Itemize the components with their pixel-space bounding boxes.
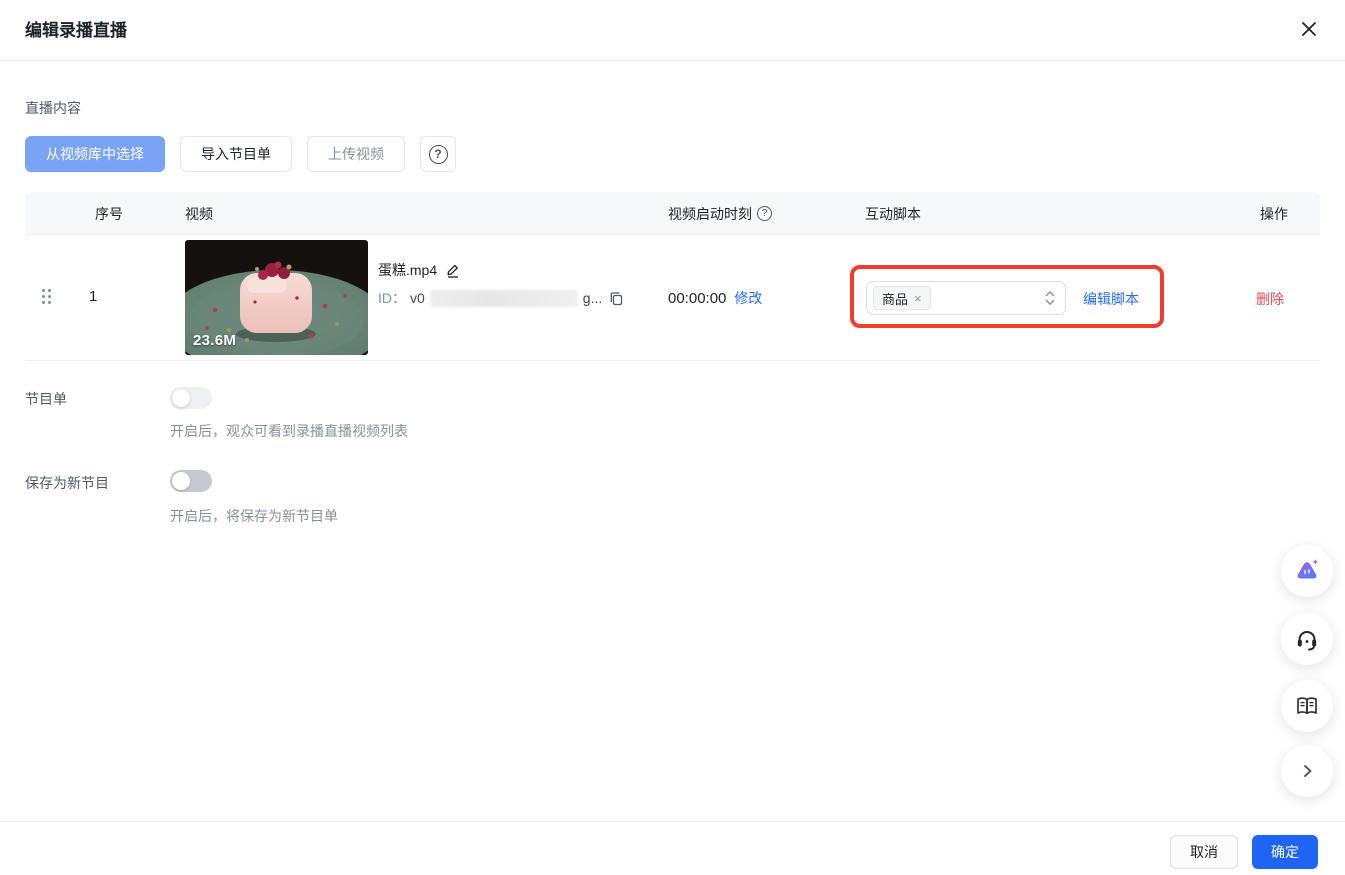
file-size-badge: 23.6M <box>193 332 237 349</box>
rename-icon[interactable] <box>445 262 461 278</box>
video-id-line: ID： v0 g... <box>378 288 624 308</box>
collapse-button[interactable] <box>1281 745 1333 797</box>
video-filename: 蛋糕.mp4 <box>378 262 438 278</box>
question-icon: ? <box>428 144 448 164</box>
live-content-label: 直播内容 <box>25 100 81 116</box>
col-index: 序号 <box>95 205 123 222</box>
playlist-helper: 开启后，观众可看到录播直播视频列表 <box>170 423 408 439</box>
save-program-helper: 开启后，将保存为新节目单 <box>170 508 338 524</box>
select-expand-icon <box>1045 290 1055 306</box>
drag-handle-icon[interactable] <box>42 289 51 304</box>
delete-link[interactable]: 删除 <box>1256 289 1284 309</box>
headset-icon <box>1297 631 1317 651</box>
open-book-icon <box>1297 697 1317 715</box>
script-tag: 商品 × <box>873 286 931 310</box>
id-prefix: v0 <box>410 290 425 306</box>
manual-button[interactable] <box>1281 680 1333 732</box>
script-select[interactable]: 商品 × <box>866 281 1066 315</box>
start-time-help-icon[interactable]: ? <box>757 206 772 221</box>
page-title: 编辑录播直播 <box>25 21 127 40</box>
footer-divider <box>0 821 1345 822</box>
id-label: ID： <box>378 290 406 306</box>
help-button[interactable]: ? <box>420 136 456 172</box>
start-time-value: 00:00:00 <box>668 289 727 307</box>
modify-link[interactable]: 修改 <box>734 288 762 308</box>
id-suffix: g... <box>582 290 603 306</box>
col-action: 操作 <box>1260 205 1288 222</box>
col-start-time: 视频启动时刻 ? <box>668 192 772 235</box>
tab-import-playlist[interactable]: 导入节目单 <box>180 136 292 172</box>
close-icon[interactable] <box>1297 17 1321 41</box>
col-video: 视频 <box>185 205 213 222</box>
edit-recorded-live-dialog: 编辑录播直播 直播内容 从视频库中选择 导入节目单 上传视频 ? 序号 视频 视… <box>0 0 1345 875</box>
source-tabs: 从视频库中选择 导入节目单 上传视频 ? <box>25 136 456 172</box>
copy-icon[interactable] <box>609 291 624 306</box>
save-program-label: 保存为新节目 <box>25 475 109 491</box>
video-table: 序号 视频 视频启动时刻 ? 互动脚本 操作 1 23.6M 蛋糕.mp4 ID… <box>25 192 1320 361</box>
playlist-toggle[interactable] <box>170 387 212 409</box>
ai-assistant-button[interactable] <box>1281 545 1333 597</box>
ai-assistant-icon <box>1297 559 1319 579</box>
playlist-label: 节目单 <box>25 391 67 407</box>
id-redacted-blur <box>429 289 578 307</box>
video-name-line: 蛋糕.mp4 <box>378 260 461 280</box>
table-header: 序号 视频 视频启动时刻 ? 互动脚本 操作 <box>25 192 1320 235</box>
confirm-button[interactable]: 确定 <box>1252 835 1318 869</box>
chevron-right-icon <box>1304 765 1312 777</box>
cancel-button[interactable]: 取消 <box>1170 835 1238 869</box>
tab-select-from-library[interactable]: 从视频库中选择 <box>25 136 165 172</box>
header-divider <box>0 60 1345 61</box>
edit-script-link[interactable]: 编辑脚本 <box>1083 289 1139 309</box>
tab-upload-video[interactable]: 上传视频 <box>307 136 405 172</box>
customer-service-button[interactable] <box>1281 613 1333 665</box>
col-script: 互动脚本 <box>865 205 921 222</box>
start-time-cell: 00:00:00 修改 <box>668 288 762 308</box>
video-thumbnail: 23.6M <box>185 240 368 355</box>
tag-remove-icon[interactable]: × <box>914 291 922 306</box>
save-program-toggle[interactable] <box>170 470 212 492</box>
row-index: 1 <box>89 288 98 305</box>
